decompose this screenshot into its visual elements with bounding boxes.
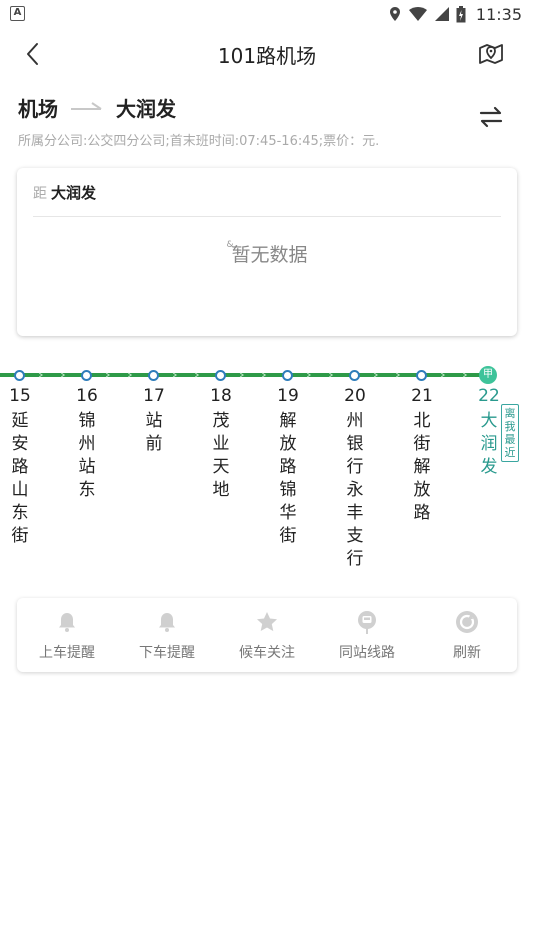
action-label: 候车关注 bbox=[239, 645, 295, 661]
stop-dot bbox=[349, 370, 360, 381]
alight-reminder-button[interactable]: 下车提醒 bbox=[117, 598, 217, 672]
track-direction-arrows bbox=[38, 372, 468, 378]
action-label: 同站线路 bbox=[339, 645, 395, 661]
track-arrow bbox=[105, 372, 111, 378]
stop-number: 15 bbox=[9, 386, 31, 406]
track-arrow bbox=[440, 372, 446, 378]
same-stop-lines-button[interactable]: 同站线路 bbox=[317, 598, 417, 672]
track-arrow bbox=[462, 372, 468, 378]
stop-number: 16 bbox=[76, 386, 98, 406]
stop-name: 站前 bbox=[145, 411, 163, 454]
bus-line-strip[interactable]: 15 延安路山东街 16 锦州站东 17 站前 18 茂业天地 19 解放路锦华街 20 州银行永丰支… bbox=[0, 360, 534, 580]
direction-arrow-icon bbox=[71, 102, 102, 110]
stop-dot bbox=[282, 370, 293, 381]
track-arrow bbox=[395, 372, 401, 378]
stop-name: 解放路锦华街 bbox=[279, 411, 297, 546]
top-app-bar: 101路机场 bbox=[0, 28, 534, 78]
stop-dot bbox=[215, 370, 226, 381]
action-bar: 上车提醒 下车提醒 候车关注 同站线路 刷新 bbox=[17, 598, 517, 672]
stop-number: 17 bbox=[143, 386, 165, 406]
bus-stop-icon bbox=[358, 611, 376, 634]
route-destination: 大润发 bbox=[116, 96, 176, 121]
stop-dot bbox=[81, 370, 92, 381]
stop-name: 锦州站东 bbox=[78, 411, 96, 500]
action-label: 上车提醒 bbox=[39, 645, 95, 661]
stop-dot bbox=[148, 370, 159, 381]
action-label: 刷新 bbox=[453, 645, 481, 661]
distance-card-header: 距 大润发 bbox=[33, 182, 96, 203]
stop-name: 北街解放路 bbox=[413, 411, 431, 523]
stop-name: 大润发 bbox=[480, 411, 498, 477]
route-origin: 机场 bbox=[18, 96, 58, 121]
track-arrow bbox=[172, 372, 178, 378]
wifi-icon bbox=[408, 7, 427, 21]
distance-station: 大润发 bbox=[51, 184, 97, 202]
stop-number: 19 bbox=[277, 386, 299, 406]
app-notification-icon: A bbox=[10, 6, 25, 21]
track-arrow bbox=[261, 372, 267, 378]
empty-state-text: 暂无数据 bbox=[231, 244, 308, 266]
page-title: 101路机场 bbox=[217, 44, 317, 68]
stop-number: 20 bbox=[344, 386, 366, 406]
signal-icon bbox=[434, 7, 449, 21]
distance-card: 距 大润发 &暂无数据 bbox=[17, 168, 517, 336]
stop-dot bbox=[416, 370, 427, 381]
track-arrow bbox=[239, 372, 245, 378]
action-label: 下车提醒 bbox=[139, 645, 195, 661]
map-location-button[interactable] bbox=[476, 38, 506, 68]
location-icon bbox=[389, 7, 400, 21]
current-stop-badge: 甲 bbox=[479, 366, 497, 384]
status-icons: 11:35 bbox=[388, 4, 522, 24]
track-arrow bbox=[328, 372, 334, 378]
track-arrow bbox=[306, 372, 312, 378]
status-bar: A 11:35 bbox=[0, 0, 534, 28]
distance-prefix: 距 bbox=[33, 185, 47, 202]
track-arrow bbox=[194, 372, 200, 378]
track-arrow bbox=[127, 372, 133, 378]
stop-dot bbox=[14, 370, 25, 381]
track-arrow bbox=[38, 372, 44, 378]
battery-icon bbox=[456, 5, 466, 22]
stop-name: 延安路山东街 bbox=[11, 411, 29, 546]
watch-stop-button[interactable]: 候车关注 bbox=[217, 598, 317, 672]
stop-number: 18 bbox=[210, 386, 232, 406]
bell-icon bbox=[59, 613, 75, 632]
stop-name: 茂业天地 bbox=[212, 411, 230, 500]
card-divider bbox=[33, 216, 501, 217]
bell-icon bbox=[159, 613, 175, 632]
refresh-button[interactable]: 刷新 bbox=[417, 598, 517, 672]
route-info: 所属分公司:公交四分公司;首末班时间:07:45-16:45;票价：元. bbox=[18, 134, 380, 149]
board-reminder-button[interactable]: 上车提醒 bbox=[17, 598, 117, 672]
nearest-station-tag: 离我最近 bbox=[501, 404, 519, 462]
track-arrow bbox=[60, 372, 66, 378]
stop-number: 22 bbox=[478, 386, 500, 406]
empty-state: &暂无数据 bbox=[17, 240, 517, 267]
track-arrow bbox=[373, 372, 379, 378]
status-time: 11:35 bbox=[475, 4, 522, 24]
star-icon bbox=[257, 612, 277, 632]
swap-direction-button[interactable] bbox=[476, 104, 506, 130]
stop-number: 21 bbox=[411, 386, 433, 406]
refresh-icon bbox=[456, 611, 478, 633]
route-direction: 机场 大润发 bbox=[18, 92, 518, 122]
stop-name: 州银行永丰支行 bbox=[346, 411, 364, 569]
